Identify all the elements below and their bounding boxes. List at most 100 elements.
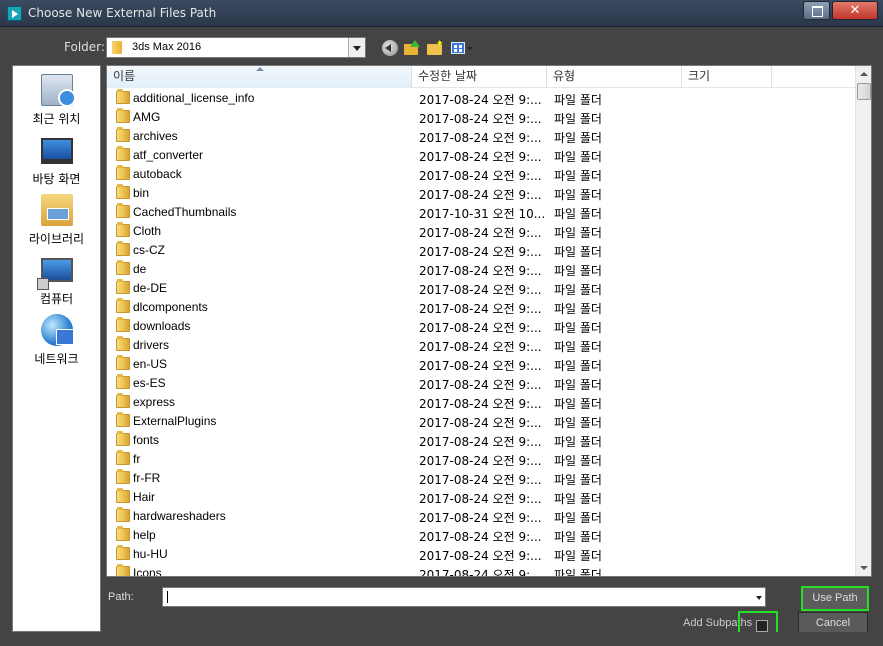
scroll-down-icon[interactable] bbox=[856, 560, 871, 576]
file-date: 2017-08-24 오전 9:... bbox=[419, 264, 542, 278]
libraries-icon bbox=[41, 194, 73, 226]
table-row[interactable]: fonts 2017-08-24 오전 9:... 파일 폴더 bbox=[107, 430, 856, 449]
folder-icon bbox=[116, 146, 130, 161]
file-type: 파일 폴더 bbox=[554, 435, 602, 449]
file-date: 2017-08-24 오전 9:... bbox=[419, 397, 542, 411]
file-type: 파일 폴더 bbox=[554, 93, 602, 107]
place-label: 네트워크 bbox=[34, 352, 79, 366]
table-row[interactable]: ExternalPlugins 2017-08-24 오전 9:... 파일 폴더 bbox=[107, 411, 856, 430]
cancel-button[interactable]: Cancel bbox=[798, 612, 868, 633]
scroll-thumb[interactable] bbox=[857, 83, 871, 100]
table-row[interactable]: help 2017-08-24 오전 9:... 파일 폴더 bbox=[107, 525, 856, 544]
table-row[interactable]: Hair 2017-08-24 오전 9:... 파일 폴더 bbox=[107, 487, 856, 506]
file-type: 파일 폴더 bbox=[554, 169, 602, 183]
table-row[interactable]: de 2017-08-24 오전 9:... 파일 폴더 bbox=[107, 259, 856, 278]
table-row[interactable]: en-US 2017-08-24 오전 9:... 파일 폴더 bbox=[107, 354, 856, 373]
table-row[interactable]: fr 2017-08-24 오전 9:... 파일 폴더 bbox=[107, 449, 856, 468]
file-date: 2017-08-24 오전 9:... bbox=[419, 245, 542, 259]
table-row[interactable]: autoback 2017-08-24 오전 9:... 파일 폴더 bbox=[107, 164, 856, 183]
table-row[interactable]: archives 2017-08-24 오전 9:... 파일 폴더 bbox=[107, 126, 856, 145]
restore-button[interactable] bbox=[803, 1, 830, 20]
place-network[interactable]: 네트워크 bbox=[13, 314, 100, 369]
file-name: express bbox=[133, 395, 176, 409]
file-type: 파일 폴더 bbox=[554, 530, 602, 544]
add-subpaths-checkbox[interactable] bbox=[756, 620, 768, 632]
folder-toolbar: Folder: 3ds Max 2016 ✦ bbox=[0, 27, 883, 65]
file-date: 2017-08-24 오전 9:... bbox=[419, 302, 542, 316]
file-name: Cloth bbox=[133, 224, 162, 238]
file-date: 2017-08-24 오전 9:... bbox=[419, 93, 542, 107]
table-row[interactable]: cs-CZ 2017-08-24 오전 9:... 파일 폴더 bbox=[107, 240, 856, 259]
table-row[interactable]: additional_license_info 2017-08-24 오전 9:.… bbox=[107, 88, 856, 107]
folder-icon bbox=[116, 317, 130, 332]
folder-icon bbox=[116, 298, 130, 313]
scroll-up-icon[interactable] bbox=[856, 66, 871, 82]
new-folder-icon[interactable]: ✦ bbox=[427, 40, 444, 56]
file-date: 2017-08-24 오전 9:... bbox=[419, 188, 542, 202]
file-type: 파일 폴더 bbox=[554, 378, 602, 392]
file-name: Icons bbox=[133, 566, 162, 577]
table-row[interactable]: dlcomponents 2017-08-24 오전 9:... 파일 폴더 bbox=[107, 297, 856, 316]
back-icon[interactable] bbox=[382, 40, 398, 56]
path-input[interactable] bbox=[162, 587, 766, 607]
file-type: 파일 폴더 bbox=[554, 207, 602, 221]
file-type: 파일 폴더 bbox=[554, 264, 602, 278]
table-row[interactable]: de-DE 2017-08-24 오전 9:... 파일 폴더 bbox=[107, 278, 856, 297]
file-date: 2017-08-24 오전 9:... bbox=[419, 226, 542, 240]
place-computer[interactable]: 컴퓨터 bbox=[13, 254, 100, 309]
view-menu-icon[interactable] bbox=[451, 40, 473, 56]
place-recent[interactable]: 최근 위치 bbox=[13, 74, 100, 129]
file-name: drivers bbox=[133, 338, 170, 352]
folder-dropdown[interactable]: 3ds Max 2016 bbox=[106, 37, 366, 58]
desktop-icon bbox=[41, 138, 73, 164]
table-row[interactable]: bin 2017-08-24 오전 9:... 파일 폴더 bbox=[107, 183, 856, 202]
table-row[interactable]: Icons 2017-08-24 오전 9:... 파일 폴더 bbox=[107, 563, 856, 577]
file-list[interactable]: 이름 수정한 날짜 유형 크기 additional_license_info 2… bbox=[106, 65, 872, 577]
folder-icon bbox=[116, 526, 130, 541]
file-type: 파일 폴더 bbox=[554, 112, 602, 126]
vertical-scrollbar[interactable] bbox=[855, 66, 871, 576]
folder-icon bbox=[116, 564, 130, 576]
folder-icon bbox=[116, 507, 130, 522]
place-libraries[interactable]: 라이브러리 bbox=[13, 194, 100, 249]
file-name: CachedThumbnails bbox=[133, 205, 237, 219]
chevron-down-icon[interactable] bbox=[756, 596, 762, 600]
title-bar: Choose New External Files Path ✕ bbox=[0, 0, 883, 27]
file-date: 2017-08-24 오전 9:... bbox=[419, 359, 542, 373]
up-folder-icon[interactable] bbox=[404, 40, 420, 56]
file-name: autoback bbox=[133, 167, 182, 181]
file-date: 2017-08-24 오전 9:... bbox=[419, 473, 542, 487]
table-row[interactable]: downloads 2017-08-24 오전 9:... 파일 폴더 bbox=[107, 316, 856, 335]
file-name: es-ES bbox=[133, 376, 166, 390]
table-row[interactable]: fr-FR 2017-08-24 오전 9:... 파일 폴더 bbox=[107, 468, 856, 487]
file-type: 파일 폴더 bbox=[554, 131, 602, 145]
folder-icon bbox=[116, 336, 130, 351]
file-name: additional_license_info bbox=[133, 91, 255, 105]
column-header-type[interactable]: 유형 bbox=[547, 66, 682, 88]
table-row[interactable]: es-ES 2017-08-24 오전 9:... 파일 폴더 bbox=[107, 373, 856, 392]
table-row[interactable]: hardwareshaders 2017-08-24 오전 9:... 파일 폴더 bbox=[107, 506, 856, 525]
close-button[interactable]: ✕ bbox=[832, 1, 878, 20]
use-path-button[interactable]: Use Path bbox=[801, 586, 869, 611]
folder-icon bbox=[116, 469, 130, 484]
table-row[interactable]: atf_converter 2017-08-24 오전 9:... 파일 폴더 bbox=[107, 145, 856, 164]
place-label: 바탕 화면 bbox=[32, 172, 81, 186]
table-row[interactable]: drivers 2017-08-24 오전 9:... 파일 폴더 bbox=[107, 335, 856, 354]
folder-icon bbox=[116, 431, 130, 446]
table-row[interactable]: Cloth 2017-08-24 오전 9:... 파일 폴더 bbox=[107, 221, 856, 240]
file-name: hu-HU bbox=[133, 547, 168, 561]
places-bar: 최근 위치 바탕 화면 라이브러리 컴퓨터 네트워크 bbox=[12, 65, 101, 632]
table-row[interactable]: express 2017-08-24 오전 9:... 파일 폴더 bbox=[107, 392, 856, 411]
file-date: 2017-08-24 오전 9:... bbox=[419, 568, 542, 577]
table-row[interactable]: AMG 2017-08-24 오전 9:... 파일 폴더 bbox=[107, 107, 856, 126]
file-name: fr-FR bbox=[133, 471, 161, 485]
column-header-name[interactable]: 이름 bbox=[107, 66, 412, 88]
table-row[interactable]: hu-HU 2017-08-24 오전 9:... 파일 폴더 bbox=[107, 544, 856, 563]
column-header-date[interactable]: 수정한 날짜 bbox=[412, 66, 547, 88]
chevron-down-icon[interactable] bbox=[348, 38, 365, 57]
column-header-size[interactable]: 크기 bbox=[682, 66, 772, 88]
place-desktop[interactable]: 바탕 화면 bbox=[13, 134, 100, 189]
table-row[interactable]: CachedThumbnails 2017-10-31 오전 10... 파일 폴더 bbox=[107, 202, 856, 221]
file-type: 파일 폴더 bbox=[554, 188, 602, 202]
file-date: 2017-08-24 오전 9:... bbox=[419, 454, 542, 468]
